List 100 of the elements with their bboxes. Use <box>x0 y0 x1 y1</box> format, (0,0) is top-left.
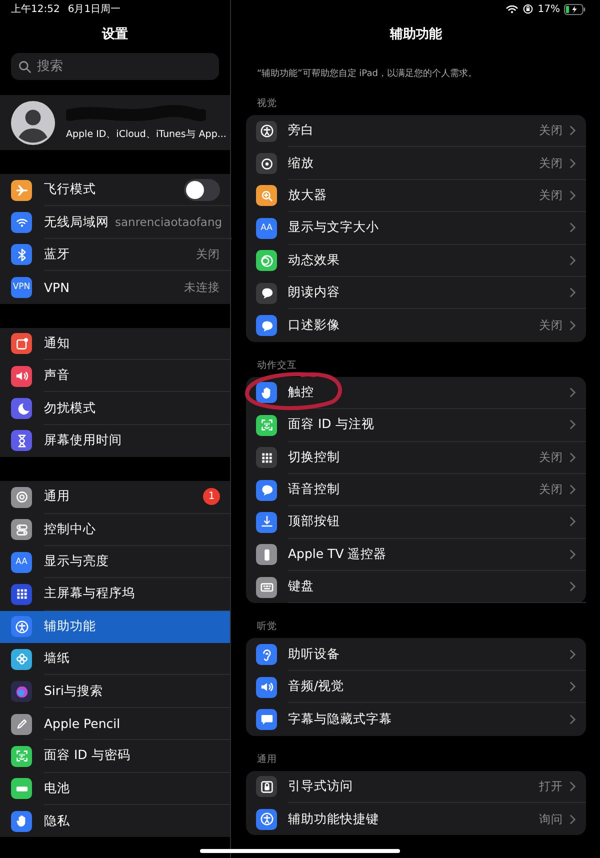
settings-row[interactable]: 触控 <box>246 376 586 410</box>
battery-percent: 17% <box>538 4 560 14</box>
item-label: 显示与亮度 <box>44 553 110 570</box>
item-label: 通用 <box>44 488 71 506</box>
item-label: 助听设备 <box>288 646 341 663</box>
settings-row[interactable]: 语音控制 关闭 <box>246 474 586 506</box>
sidebar-item[interactable]: 屏幕使用时间 <box>0 424 230 458</box>
sidebar-title: 设置 <box>100 26 129 44</box>
settings-row[interactable]: 放大器 关闭 <box>246 180 586 212</box>
item-label: 蓝牙 <box>44 246 71 263</box>
item-label: 辅助功能快捷键 <box>288 810 380 828</box>
sidebar-item[interactable]: 隐私 <box>0 805 230 838</box>
sidebar-item[interactable]: 面容 ID 与密码 <box>0 740 230 773</box>
item-label: Apple TV 遥控器 <box>288 546 388 563</box>
toggle-switch[interactable] <box>184 178 220 201</box>
item-label: 字幕与隐藏式字幕 <box>288 710 393 728</box>
item-label: 墙纸 <box>44 650 71 668</box>
page-title: 辅助功能 <box>388 26 443 44</box>
item-label: 音频/视觉 <box>288 678 346 696</box>
settings-row[interactable]: 动态效果 <box>246 244 586 277</box>
text-size-icon: AA <box>256 218 277 239</box>
settings-row[interactable]: AA 显示与文字大小 <box>246 212 586 245</box>
item-label: 声音 <box>44 367 71 384</box>
item-label: 屏幕使用时间 <box>44 432 123 450</box>
chevron-icon <box>569 548 576 560</box>
item-label: VPN <box>44 280 70 295</box>
item-label: 控制中心 <box>44 520 97 538</box>
item-value: 关闭 <box>539 188 563 203</box>
sidebar-item[interactable]: 通知 <box>0 328 230 360</box>
settings-row[interactable]: 助听设备 <box>246 638 586 671</box>
item-label: 隐私 <box>44 812 71 830</box>
section-header: 通用 <box>256 752 278 766</box>
section-header: 听觉 <box>256 620 278 634</box>
sidebar-item[interactable]: 蓝牙 关闭 <box>0 238 230 272</box>
item-label: 缩放 <box>288 154 315 172</box>
sidebar-item[interactable]: Apple Pencil <box>0 708 230 740</box>
item-value: 关闭 <box>539 156 563 171</box>
settings-row[interactable]: 音频/视觉 <box>246 670 586 704</box>
vpn-icon: VPN <box>11 276 32 298</box>
item-label: 电池 <box>44 780 71 797</box>
settings-row[interactable]: 字幕与隐藏式字幕 <box>246 703 586 736</box>
status-date: 6月1日周一 <box>68 3 121 16</box>
sidebar-item[interactable]: 无线局域网 sanrenciaotaofang <box>0 206 230 239</box>
item-value: 关闭 <box>539 450 563 465</box>
item-label: 面容 ID 与注视 <box>288 416 376 434</box>
settings-row[interactable]: 顶部按钮 <box>246 506 586 539</box>
sidebar-item[interactable]: 辅助功能 <box>0 610 230 644</box>
item-label: 触控 <box>288 384 315 401</box>
item-label: 面容 ID 与密码 <box>44 747 132 764</box>
sidebar-item[interactable]: 声音 <box>0 360 230 392</box>
chevron-icon <box>569 814 576 825</box>
item-label: 显示与文字大小 <box>288 219 380 236</box>
item-label: 顶部按钮 <box>288 513 341 530</box>
settings-row[interactable]: 面容 ID 与注视 <box>246 409 586 442</box>
chevron-icon <box>569 714 576 725</box>
search-field[interactable]: 搜索 <box>11 53 219 80</box>
settings-row[interactable]: 引导式访问 打开 <box>246 770 586 804</box>
settings-row[interactable]: 缩放 关闭 <box>246 147 586 180</box>
item-value: 关闭 <box>539 123 563 138</box>
profile-card[interactable]: Apple ID、iCloud、iTunes与 App... <box>0 95 230 150</box>
item-label: 通知 <box>44 334 71 352</box>
settings-row[interactable]: 切换控制 关闭 <box>246 442 586 474</box>
sidebar-item[interactable]: 勿扰模式 <box>0 392 230 425</box>
item-value: 未连接 <box>184 280 220 295</box>
chevron-icon <box>569 386 576 398</box>
settings-row[interactable]: 键盘 <box>246 571 586 604</box>
item-label: 勿扰模式 <box>44 400 97 417</box>
sidebar-item[interactable]: 通用 1 <box>0 481 230 514</box>
text-size-icon: AA <box>11 552 32 573</box>
sidebar-item[interactable]: AA 显示与亮度 <box>0 546 230 578</box>
page-description: “辅助功能”可帮助您自定 iPad，以满足您的个人需求。 <box>256 68 478 80</box>
settings-row[interactable]: Apple TV 遥控器 <box>246 538 586 572</box>
item-label: Apple Pencil <box>44 716 122 732</box>
chevron-icon <box>569 287 576 298</box>
item-label: 飞行模式 <box>44 181 97 198</box>
settings-row[interactable]: 辅助功能快捷键 询问 <box>246 803 586 836</box>
settings-row[interactable]: 朗读内容 <box>246 276 586 310</box>
sidebar-item[interactable]: 电池 <box>0 772 230 806</box>
chevron-icon <box>569 320 576 332</box>
settings-row[interactable]: 口述影像 关闭 <box>246 309 586 342</box>
chevron-icon <box>569 484 576 496</box>
sidebar-item[interactable]: Siri与搜索 <box>0 675 230 708</box>
sidebar-item[interactable]: VPN VPN 未连接 <box>0 271 230 304</box>
rotation-lock-icon <box>522 4 534 14</box>
sidebar-item[interactable]: 控制中心 <box>0 514 230 546</box>
profile-subtitle: Apple ID、iCloud、iTunes与 App... <box>66 128 226 140</box>
chevron-icon <box>569 648 576 660</box>
avatar-icon <box>11 100 55 144</box>
chevron-icon <box>569 254 576 266</box>
chevron-icon <box>569 190 576 201</box>
chevron-icon <box>569 222 576 234</box>
item-label: 切换控制 <box>288 448 341 466</box>
status-time: 上午12:52 <box>11 2 60 16</box>
item-label: 朗读内容 <box>288 284 341 302</box>
sidebar-item[interactable]: 飞行模式 <box>0 174 230 206</box>
sidebar-item[interactable]: 墙纸 <box>0 643 230 676</box>
chevron-icon <box>569 681 576 692</box>
item-value: 关闭 <box>539 482 563 498</box>
chevron-icon <box>569 158 576 169</box>
settings-row[interactable]: 旁白 关闭 <box>246 115 586 148</box>
